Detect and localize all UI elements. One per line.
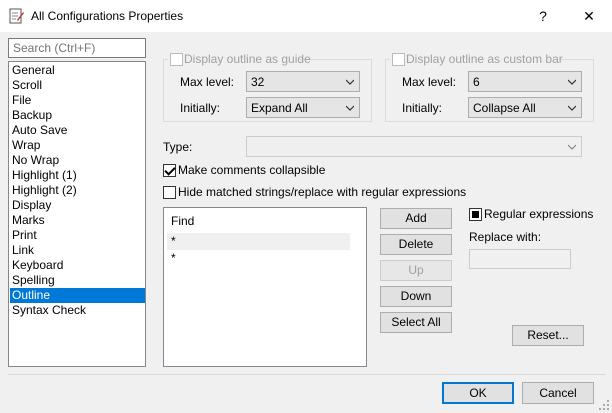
bar-initially-label: Initially:: [402, 101, 443, 115]
sidebar-item-outline[interactable]: Outline: [10, 288, 145, 303]
chevron-down-icon: [568, 79, 576, 85]
outline-bar-label: Display outline as custom bar: [406, 52, 563, 66]
window-title: All Configurations Properties: [31, 9, 184, 23]
down-button[interactable]: Down: [380, 286, 452, 307]
make-comments-checkbox[interactable]: [163, 164, 176, 177]
reset-button[interactable]: Reset...: [512, 325, 584, 346]
properties-icon: [9, 8, 24, 24]
outline-guide-label: Display outline as guide: [184, 52, 311, 66]
regex-checkbox[interactable]: [469, 208, 482, 221]
sidebar-item-general[interactable]: General: [10, 63, 145, 78]
sidebar-item-auto-save[interactable]: Auto Save: [10, 123, 145, 138]
find-list[interactable]: Find * *: [163, 207, 367, 367]
cancel-button[interactable]: Cancel: [522, 382, 594, 404]
bar-max-level-select[interactable]: 6: [468, 71, 582, 92]
sidebar-item-display[interactable]: Display: [10, 198, 145, 213]
guide-max-level-label: Max level:: [180, 75, 235, 89]
ok-button[interactable]: OK: [442, 382, 514, 404]
regex-label: Regular expressions: [484, 207, 594, 221]
sidebar-item-no-wrap[interactable]: No Wrap: [10, 153, 145, 168]
search-input[interactable]: [8, 38, 146, 58]
bar-max-level-label: Max level:: [402, 75, 457, 89]
delete-button[interactable]: Delete: [380, 234, 452, 255]
sidebar-item-highlight-1[interactable]: Highlight (1): [10, 168, 145, 183]
type-label: Type:: [163, 140, 193, 154]
add-button[interactable]: Add: [380, 208, 452, 229]
type-select[interactable]: [246, 136, 582, 157]
hide-matched-checkbox[interactable]: [163, 186, 176, 199]
hide-matched-label: Hide matched strings/replace with regula…: [178, 185, 467, 199]
sidebar-item-link[interactable]: Link: [10, 243, 145, 258]
bottom-divider: [8, 374, 605, 375]
replace-with-input[interactable]: [469, 249, 571, 269]
guide-max-level-value: 32: [251, 75, 265, 89]
sidebar-item-scroll[interactable]: Scroll: [10, 78, 145, 93]
chevron-down-icon: [568, 144, 576, 150]
sidebar-item-keyboard[interactable]: Keyboard: [10, 258, 145, 273]
replace-with-label: Replace with:: [469, 230, 542, 244]
guide-initially-label: Initially:: [180, 101, 221, 115]
up-button[interactable]: Up: [380, 260, 452, 281]
guide-max-level-select[interactable]: 32: [246, 71, 360, 92]
select-all-button[interactable]: Select All: [380, 312, 452, 333]
list-item[interactable]: *: [167, 250, 350, 267]
list-item[interactable]: *: [167, 233, 350, 250]
title-bar: All Configurations Properties ? ✕: [0, 0, 612, 32]
chevron-down-icon: [346, 105, 354, 111]
guide-initially-select[interactable]: Expand All: [246, 97, 360, 118]
sidebar-item-syntax-check[interactable]: Syntax Check: [10, 303, 145, 318]
bar-max-level-value: 6: [473, 75, 480, 89]
sidebar-item-print[interactable]: Print: [10, 228, 145, 243]
help-button[interactable]: ?: [520, 0, 566, 32]
chevron-down-icon: [568, 105, 576, 111]
sidebar-item-wrap[interactable]: Wrap: [10, 138, 145, 153]
sidebar-item-marks[interactable]: Marks: [10, 213, 145, 228]
sidebar-item-highlight-2[interactable]: Highlight (2): [10, 183, 145, 198]
resize-grip-icon[interactable]: [598, 399, 610, 411]
find-list-header[interactable]: Find: [167, 213, 350, 230]
close-button[interactable]: ✕: [566, 0, 612, 32]
sidebar-item-backup[interactable]: Backup: [10, 108, 145, 123]
bar-initially-select[interactable]: Collapse All: [468, 97, 582, 118]
outline-guide-checkbox[interactable]: [170, 53, 183, 66]
guide-initially-value: Expand All: [251, 101, 308, 115]
outline-bar-checkbox[interactable]: [392, 53, 405, 66]
bar-initially-value: Collapse All: [473, 101, 536, 115]
sidebar-item-file[interactable]: File: [10, 93, 145, 108]
sidebar-item-spelling[interactable]: Spelling: [10, 273, 145, 288]
make-comments-label: Make comments collapsible: [178, 163, 326, 177]
category-list[interactable]: General Scroll File Backup Auto Save Wra…: [8, 61, 146, 367]
chevron-down-icon: [346, 79, 354, 85]
